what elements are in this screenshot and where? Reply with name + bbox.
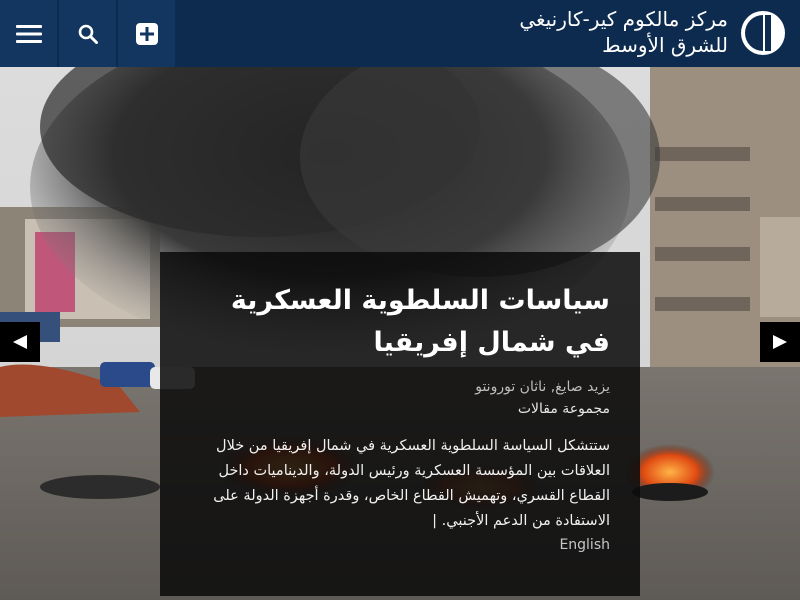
arrow-left-icon (13, 335, 27, 349)
logo-line-2: للشرق الأوسط (602, 33, 728, 57)
search-icon (78, 24, 98, 44)
english-link[interactable]: English (190, 534, 610, 556)
feature-card: سياسات السلطوية العسكرية في شمال إفريقيا… (160, 252, 640, 596)
arrow-right-icon (773, 335, 787, 349)
site-logo-text[interactable]: مركز مالكوم كير-كارنيغي للشرق الأوسط (519, 6, 728, 58)
site-header: مركز مالكوم كير-كارنيغي للشرق الأوسط (0, 0, 800, 67)
carousel-next-button[interactable] (760, 322, 800, 362)
menu-button[interactable] (0, 0, 57, 67)
hamburger-menu-icon (15, 24, 42, 43)
feature-series[interactable]: مجموعة مقالات (190, 398, 610, 420)
feature-title[interactable]: سياسات السلطوية العسكرية في شمال إفريقيا (190, 280, 610, 364)
hero-banner: سياسات السلطوية العسكرية في شمال إفريقيا… (0, 67, 800, 600)
search-button[interactable] (59, 0, 116, 67)
carnegie-logo-icon[interactable] (740, 10, 786, 56)
feature-description: ستتشكل السياسة السلطوية العسكرية في شمال… (213, 438, 610, 529)
feature-authors[interactable]: يزيد صايغ, ناثان تورونتو (190, 376, 610, 398)
carousel-prev-button[interactable] (0, 322, 40, 362)
plus-square-icon (135, 22, 158, 45)
logo-line-1: مركز مالكوم كير-كارنيغي (519, 7, 728, 31)
add-button[interactable] (118, 0, 175, 67)
